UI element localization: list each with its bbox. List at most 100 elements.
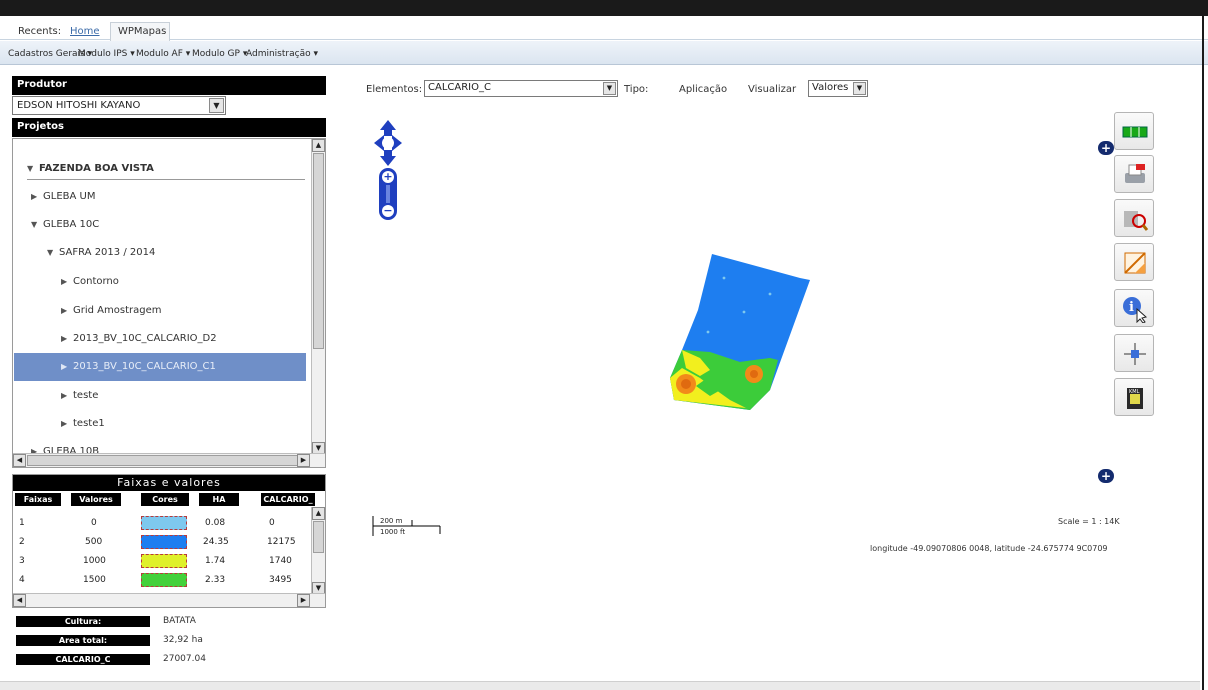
tree-node-teste[interactable]: ▶ teste bbox=[61, 390, 98, 410]
scroll-up-icon[interactable]: ▲ bbox=[312, 139, 325, 152]
tree-vertical-scrollbar[interactable]: ▲ ▼ bbox=[311, 139, 325, 455]
scroll-thumb[interactable] bbox=[313, 521, 324, 553]
color-swatch[interactable] bbox=[141, 554, 187, 568]
tree-node-label: Grid Amostragem bbox=[73, 305, 162, 316]
cell-ha: 2.33 bbox=[205, 575, 226, 585]
tree-node-grid-amostragem[interactable]: ▶ Grid Amostragem bbox=[61, 305, 161, 325]
expand-triangle-icon[interactable]: ▶ bbox=[61, 391, 73, 400]
printer-icon bbox=[1125, 164, 1145, 183]
expand-triangle-icon[interactable]: ▶ bbox=[61, 362, 73, 371]
elementos-label: Elementos: bbox=[366, 84, 423, 95]
zoom-slider[interactable] bbox=[386, 185, 390, 203]
expand-triangle-icon[interactable]: ▶ bbox=[61, 334, 73, 343]
tree-node-contorno[interactable]: ▶ Contorno bbox=[61, 276, 119, 296]
cell-calcario: 0 bbox=[269, 518, 275, 528]
calcario-total-value: 27007.04 bbox=[163, 654, 206, 664]
tree-horizontal-scrollbar[interactable]: ◀ ▶ bbox=[13, 453, 325, 467]
measure-area-button[interactable] bbox=[1114, 243, 1154, 281]
cell-faixa: 2 bbox=[19, 537, 25, 547]
collapse-triangle-icon[interactable]: ▼ bbox=[27, 164, 39, 173]
collapse-triangle-icon[interactable]: ▼ bbox=[47, 248, 59, 257]
tree-node-calcario-c1[interactable]: ▶ 2013_BV_10C_CALCARIO_C1 bbox=[14, 353, 306, 381]
chevron-down-icon[interactable]: ▼ bbox=[209, 98, 224, 113]
color-swatch[interactable] bbox=[141, 573, 187, 587]
faixas-vertical-scrollbar[interactable]: ▲ ▼ bbox=[311, 507, 325, 595]
scroll-thumb[interactable] bbox=[313, 153, 324, 349]
table-row: 1 0 0.08 0 bbox=[13, 515, 313, 532]
col-header-cores: Cores bbox=[141, 493, 189, 506]
color-swatch[interactable] bbox=[141, 516, 187, 530]
zoom-in-icon[interactable]: + bbox=[382, 171, 394, 183]
tree-node-teste1[interactable]: ▶ teste1 bbox=[61, 418, 105, 438]
main-menu-bar: Cadastros Gerais ▾ Modulo IPS ▾ Modulo A… bbox=[0, 41, 1208, 65]
elementos-select[interactable]: CALCARIO_C ▼ bbox=[424, 80, 618, 97]
scroll-right-icon[interactable]: ▶ bbox=[297, 454, 310, 467]
scroll-left-icon[interactable]: ◀ bbox=[13, 594, 26, 607]
page-horizontal-scrollbar[interactable] bbox=[0, 681, 1200, 690]
expand-panel-icon[interactable]: + bbox=[1098, 469, 1114, 483]
tree-node-fazenda-boa-vista[interactable]: ▼ FAZENDA BOA VISTA bbox=[27, 163, 154, 183]
area-total-label: Area total: bbox=[16, 635, 150, 646]
tree-node-calcario-d2[interactable]: ▶ 2013_BV_10C_CALCARIO_D2 bbox=[61, 333, 217, 353]
expand-triangle-icon[interactable]: ▶ bbox=[61, 277, 73, 286]
produtor-value: EDSON HITOSHI KAYANO bbox=[17, 100, 141, 111]
aplicacao-label[interactable]: Aplicação bbox=[679, 84, 727, 95]
produtor-header: Produtor bbox=[12, 76, 326, 95]
color-swatch[interactable] bbox=[141, 535, 187, 549]
tree-node-label: 2013_BV_10C_CALCARIO_D2 bbox=[73, 333, 217, 344]
chevron-down-icon[interactable]: ▼ bbox=[603, 82, 616, 95]
table-row: 3 1000 1.74 1740 bbox=[13, 553, 313, 570]
tree-node-label: GLEBA UM bbox=[43, 191, 96, 202]
visualizar-label: Visualizar bbox=[748, 84, 797, 95]
cell-ha: 1.74 bbox=[205, 556, 226, 566]
calcario-total-label: CALCARIO_C bbox=[16, 654, 150, 665]
table-row: 4 1500 2.33 3495 bbox=[13, 572, 313, 589]
scroll-up-icon[interactable]: ▲ bbox=[312, 507, 325, 520]
zoom-control[interactable]: + − bbox=[379, 168, 397, 220]
tree-node-safra-2013-2014[interactable]: ▼ SAFRA 2013 / 2014 bbox=[47, 247, 155, 267]
center-map-button[interactable] bbox=[1114, 334, 1154, 372]
menu-modulo-ips[interactable]: Modulo IPS ▾ bbox=[78, 49, 135, 59]
expand-tools-icon[interactable]: + bbox=[1098, 141, 1114, 155]
menu-modulo-gp[interactable]: Modulo GP ▾ bbox=[192, 49, 247, 59]
tipo-label[interactable]: Tipo: bbox=[624, 84, 648, 95]
info-button[interactable]: i bbox=[1114, 289, 1154, 327]
scroll-right-icon[interactable]: ▶ bbox=[297, 594, 310, 607]
menu-modulo-af[interactable]: Modulo AF ▾ bbox=[136, 49, 190, 59]
zoom-out-icon[interactable]: − bbox=[382, 205, 394, 217]
expand-triangle-icon[interactable]: ▶ bbox=[61, 419, 73, 428]
faixas-header-row: Faixas Valores Cores HA CALCARIO_ bbox=[13, 493, 325, 506]
expand-triangle-icon[interactable]: ▶ bbox=[31, 192, 43, 201]
faixas-title: Faixas e valores bbox=[13, 475, 325, 491]
visualizar-value: Valores bbox=[812, 82, 849, 93]
faixas-horizontal-scrollbar[interactable]: ◀ ▶ bbox=[13, 593, 325, 607]
expand-triangle-icon[interactable]: ▶ bbox=[61, 306, 73, 315]
menu-administracao[interactable]: Administração ▾ bbox=[246, 49, 318, 59]
field-map-image bbox=[670, 254, 810, 410]
chevron-down-icon[interactable]: ▼ bbox=[853, 82, 866, 95]
scroll-left-icon[interactable]: ◀ bbox=[13, 454, 26, 467]
produtor-select[interactable]: EDSON HITOSHI KAYANO ▼ bbox=[12, 96, 226, 115]
print-pdf-button[interactable] bbox=[1114, 155, 1154, 193]
tree-node-gleba-um[interactable]: ▶ GLEBA UM bbox=[31, 191, 95, 211]
recents-wpmapas-link[interactable]: WPMapas bbox=[118, 26, 166, 37]
pan-control-icon[interactable] bbox=[372, 118, 404, 168]
layers-tool-button[interactable] bbox=[1114, 112, 1154, 150]
scroll-thumb[interactable] bbox=[27, 455, 299, 466]
coordinates-readout: longitude -49.09070806 0048, latitude -2… bbox=[870, 544, 1108, 553]
recents-home-link[interactable]: Home bbox=[70, 26, 100, 37]
tree-node-label: teste bbox=[73, 390, 99, 401]
app-window: Recents: Home WPMapas Cadastros Gerais ▾… bbox=[0, 0, 1208, 690]
visualizar-select[interactable]: Valores ▼ bbox=[808, 80, 868, 97]
recents-bar: Recents: Home WPMapas bbox=[0, 16, 1208, 41]
tree-node-label: 2013_BV_10C_CALCARIO_C1 bbox=[73, 361, 216, 372]
collapse-triangle-icon[interactable]: ▼ bbox=[31, 220, 43, 229]
export-kml-button[interactable]: KML bbox=[1114, 378, 1154, 416]
tree-node-label: SAFRA 2013 / 2014 bbox=[59, 247, 156, 258]
zoom-area-button[interactable] bbox=[1114, 199, 1154, 237]
magnify-map-icon bbox=[1124, 211, 1149, 231]
cell-valor: 1000 bbox=[83, 556, 106, 566]
scale-ratio-text: Scale = 1 : 14K bbox=[1058, 517, 1120, 526]
tree-node-gleba-10c[interactable]: ▼ GLEBA 10C bbox=[31, 219, 99, 239]
col-header-ha: HA bbox=[199, 493, 239, 506]
